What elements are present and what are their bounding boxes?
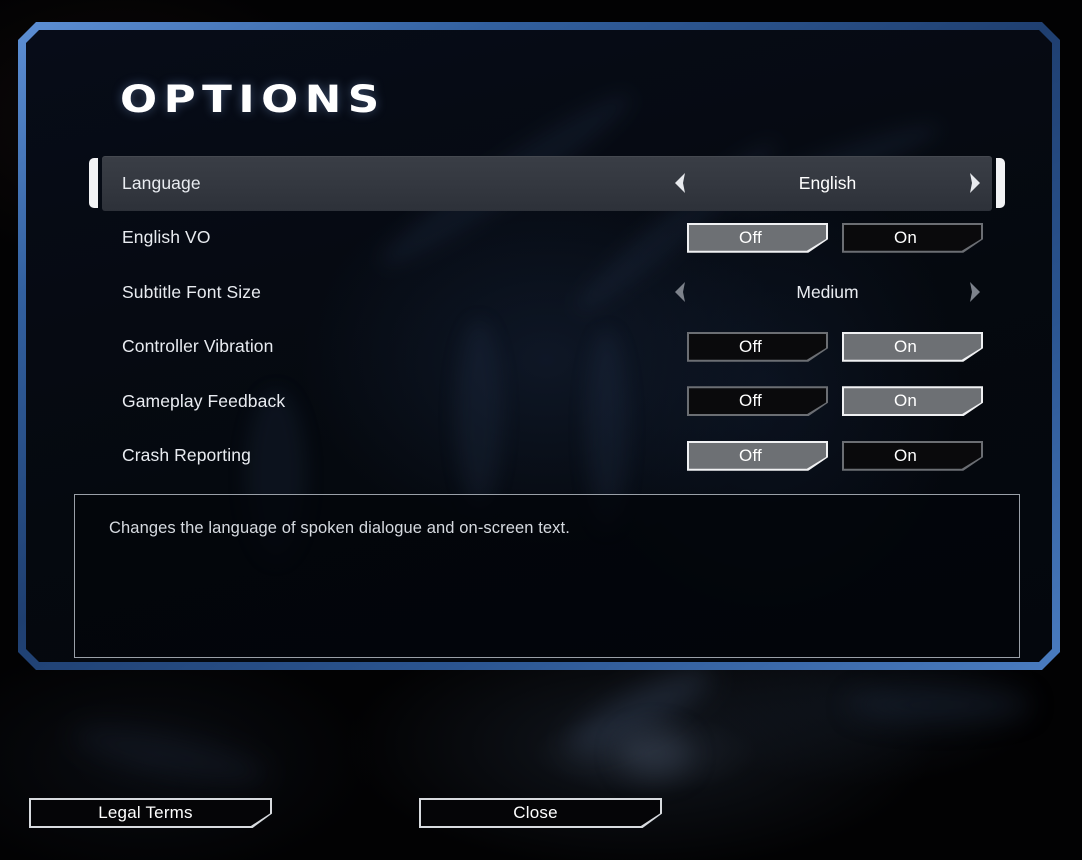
setting-row-subtitle-font-size[interactable]: Subtitle Font Size Medium — [102, 265, 992, 320]
toggle-off-label: Off — [739, 391, 762, 411]
toggle-on-controller-vibration[interactable]: On — [842, 332, 983, 362]
close-button[interactable]: Close — [419, 798, 662, 828]
chevron-right-icon[interactable] — [967, 171, 983, 195]
game-options-screen: OPTIONS Language English English VO Off … — [0, 0, 1082, 860]
toggle-off-label: Off — [739, 336, 762, 356]
setting-label-crash-reporting: Crash Reporting — [122, 445, 251, 466]
toggle-on-gameplay-feedback[interactable]: On — [842, 386, 983, 416]
setting-label-subtitle-font-size: Subtitle Font Size — [122, 281, 261, 302]
setting-label-controller-vibration: Controller Vibration — [122, 336, 274, 357]
toggle-pair-crash-reporting: Off On — [687, 441, 992, 471]
toggle-on-label: On — [893, 445, 918, 465]
setting-control-language: English — [672, 171, 992, 195]
cycler-value-subtitle-font-size: Medium — [796, 281, 859, 302]
page-title: OPTIONS — [120, 78, 386, 121]
background-blur-shape — [850, 688, 1030, 722]
toggle-on-label: On — [893, 336, 918, 356]
toggle-off-controller-vibration[interactable]: Off — [687, 332, 828, 362]
settings-list: Language English English VO Off On Subti… — [102, 156, 992, 483]
toggle-off-gameplay-feedback[interactable]: Off — [687, 386, 828, 416]
background-blur-shape — [559, 654, 721, 766]
close-label: Close — [513, 803, 558, 822]
options-panel: OPTIONS Language English English VO Off … — [26, 30, 1052, 662]
legal-terms-button[interactable]: Legal Terms — [29, 798, 272, 828]
setting-row-crash-reporting[interactable]: Crash Reporting Off On — [102, 429, 992, 484]
setting-control-gameplay-feedback: Off On — [687, 386, 992, 416]
toggle-on-label: On — [893, 227, 918, 247]
cycler-value-language: English — [798, 172, 857, 193]
selection-bracket-right — [996, 158, 1005, 208]
setting-control-english-vo: Off On — [687, 223, 992, 253]
setting-row-language[interactable]: Language English — [102, 156, 992, 211]
chevron-right-icon[interactable] — [967, 280, 983, 304]
legal-terms-label: Legal Terms — [98, 803, 193, 822]
toggle-pair-gameplay-feedback: Off On — [687, 386, 992, 416]
description-panel: Changes the language of spoken dialogue … — [74, 494, 1020, 658]
toggle-on-label: On — [893, 391, 918, 411]
setting-control-subtitle-font-size: Medium — [672, 280, 992, 304]
toggle-off-crash-reporting[interactable]: Off — [687, 441, 828, 471]
chevron-left-icon[interactable] — [672, 280, 688, 304]
toggle-off-english-vo[interactable]: Off — [687, 223, 828, 253]
toggle-pair-controller-vibration: Off On — [687, 332, 992, 362]
toggle-off-label: Off — [739, 227, 762, 247]
chevron-left-icon[interactable] — [672, 171, 688, 195]
cycler-subtitle-font-size: Medium — [672, 280, 992, 304]
options-panel-frame: OPTIONS Language English English VO Off … — [18, 22, 1060, 670]
setting-control-controller-vibration: Off On — [687, 332, 992, 362]
selection-bracket-left — [89, 158, 98, 208]
background-blur-shape — [68, 714, 272, 796]
setting-label-english-vo: English VO — [122, 227, 211, 248]
toggle-on-english-vo[interactable]: On — [842, 223, 983, 253]
setting-row-gameplay-feedback[interactable]: Gameplay Feedback Off On — [102, 374, 992, 429]
cycler-language: English — [672, 171, 992, 195]
toggle-on-crash-reporting[interactable]: On — [842, 441, 983, 471]
toggle-pair-english-vo: Off On — [687, 223, 992, 253]
setting-label-gameplay-feedback: Gameplay Feedback — [122, 390, 286, 411]
description-text: Changes the language of spoken dialogue … — [109, 519, 570, 537]
setting-row-controller-vibration[interactable]: Controller Vibration Off On — [102, 320, 992, 375]
setting-row-english-vo[interactable]: English VO Off On — [102, 211, 992, 266]
toggle-off-label: Off — [739, 445, 762, 465]
background-blur-shape — [620, 730, 690, 778]
setting-control-crash-reporting: Off On — [687, 441, 992, 471]
setting-label-language: Language — [122, 172, 201, 193]
